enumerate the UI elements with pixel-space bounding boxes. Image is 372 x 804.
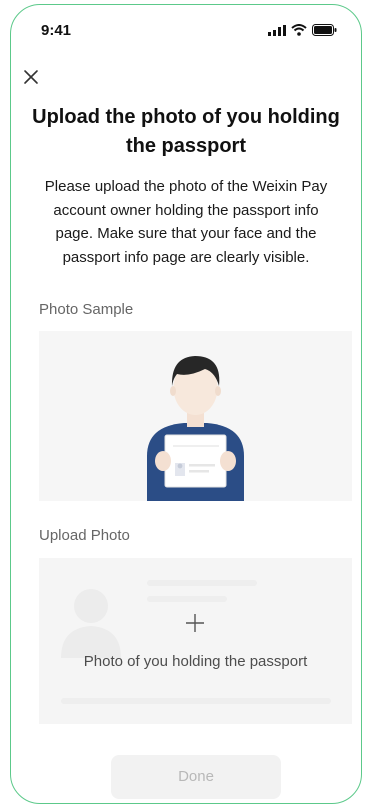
upload-placeholder-text: Photo of you holding the passport bbox=[83, 653, 308, 670]
upload-photo-label: Upload Photo bbox=[39, 527, 130, 544]
page-description: Please upload the photo of the Weixin Pa… bbox=[44, 178, 328, 266]
wifi-icon bbox=[291, 24, 307, 36]
photo-sample-label: Photo Sample bbox=[39, 301, 134, 318]
phone-frame: 9:41 Upload the photo of you holding the… bbox=[10, 4, 362, 804]
status-time: 9:41 bbox=[41, 22, 72, 39]
plus-icon bbox=[186, 614, 204, 632]
close-icon[interactable] bbox=[21, 67, 41, 87]
signal-icon bbox=[268, 24, 286, 36]
status-icons bbox=[268, 24, 337, 36]
upload-photo-area[interactable]: Photo of you holding the passport bbox=[39, 558, 352, 724]
battery-icon bbox=[312, 24, 337, 36]
done-button[interactable]: Done bbox=[111, 755, 281, 799]
upload-placeholder-graphic bbox=[61, 580, 331, 704]
photo-sample-image bbox=[39, 331, 352, 501]
person-holding-passport-illustration bbox=[147, 356, 244, 501]
page-title: Upload the photo of you holding the pass… bbox=[32, 106, 340, 157]
